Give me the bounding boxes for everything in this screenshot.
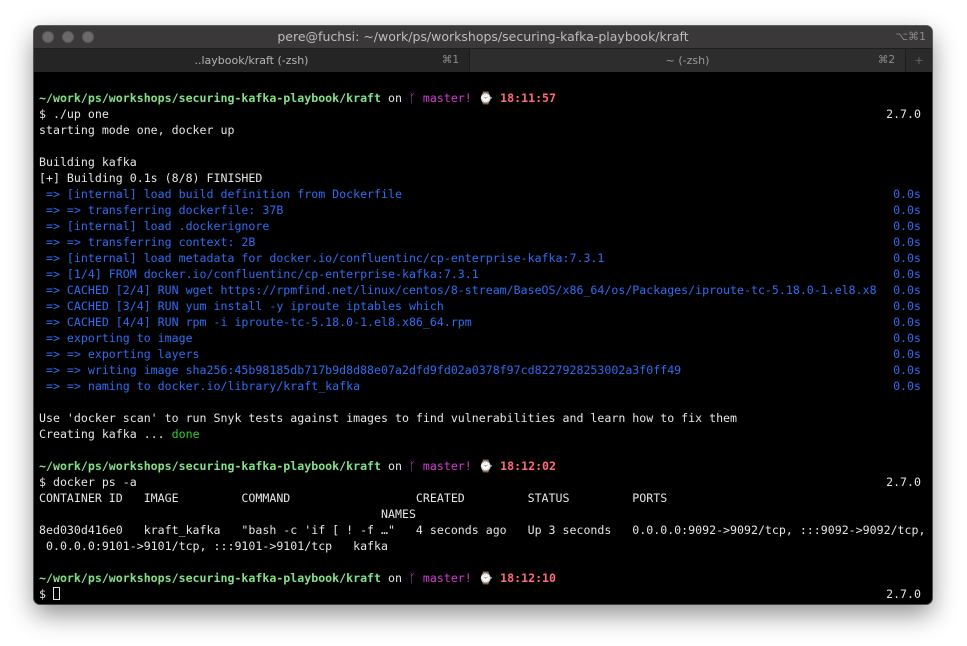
- table-row: 8ed030d416e0 kraft_kafka "bash -c 'if [ …: [39, 523, 926, 537]
- build-step-text: => CACHED [2/4] RUN wget https://rpmfind…: [39, 283, 877, 297]
- new-tab-button[interactable]: +: [906, 49, 932, 72]
- build-step-text: => CACHED [3/4] RUN yum install -y iprou…: [39, 299, 444, 313]
- tab-bar: ..laybook/kraft (-zsh) ⌘1 ~ (-zsh) ⌘2 +: [34, 48, 932, 72]
- output-line: Use 'docker scan' to run Snyk tests agai…: [39, 411, 738, 425]
- prompt-on: on: [381, 571, 409, 585]
- tab-kraft[interactable]: ..laybook/kraft (-zsh) ⌘1: [34, 49, 470, 72]
- build-step-time: 0.0s: [893, 251, 921, 265]
- output-line: Creating kafka ... done: [39, 426, 929, 442]
- build-step: => => transferring context: 2B 0.0s: [39, 234, 929, 250]
- creating-text: Creating kafka ...: [39, 427, 172, 441]
- build-step-time: 0.0s: [893, 235, 921, 249]
- git-branch-icon: ᚴ: [408, 571, 416, 585]
- build-step: => CACHED [4/4] RUN rpm -i iproute-tc-5.…: [39, 314, 929, 330]
- table-row: 0.0.0.0:9101->9101/tcp, :::9101->9101/tc…: [39, 539, 389, 553]
- version: 2.7.0: [886, 475, 921, 489]
- git-branch-icon: ᚴ: [408, 459, 416, 473]
- command: $ ./up one: [39, 107, 109, 121]
- title-bar: pere@fuchsi: ~/work/ps/workshops/securin…: [34, 26, 932, 48]
- terminal-output[interactable]: ~/work/ps/workshops/securing-kafka-playb…: [39, 90, 929, 602]
- build-step-time: 0.0s: [893, 187, 921, 201]
- command-line[interactable]: $ 2.7.0: [39, 586, 929, 602]
- build-step: => => naming to docker.io/library/kraft_…: [39, 378, 929, 394]
- version: 2.7.0: [886, 587, 921, 601]
- git-branch: master!: [415, 91, 472, 105]
- build-step-time: 0.0s: [893, 379, 921, 393]
- prompt-line: ~/work/ps/workshops/securing-kafka-playb…: [39, 458, 929, 474]
- build-step: => => transferring dockerfile: 37B 0.0s: [39, 202, 929, 218]
- build-step: => CACHED [2/4] RUN wget https://rpmfind…: [39, 282, 929, 298]
- window-shortcut: ⌥⌘1: [895, 30, 926, 43]
- text-cursor: [52, 587, 60, 600]
- version: 2.7.0: [886, 107, 921, 121]
- build-step: => [1/4] FROM docker.io/confluentinc/cp-…: [39, 266, 929, 282]
- done-status: done: [171, 427, 200, 441]
- prompt-path: ~/work/ps/workshops/securing-kafka-playb…: [39, 459, 382, 473]
- build-step: => exporting to image 0.0s: [39, 330, 929, 346]
- git-branch: master!: [415, 459, 472, 473]
- command: $: [39, 587, 53, 601]
- prompt-path: ~/work/ps/workshops/securing-kafka-playb…: [39, 571, 382, 585]
- table-header: CONTAINER ID IMAGE COMMAND CREATED STATU…: [39, 491, 668, 505]
- build-step-time: 0.0s: [893, 299, 921, 313]
- command-line: $ ./up one 2.7.0: [39, 106, 929, 122]
- build-step-time: 0.0s: [893, 347, 921, 361]
- build-step-text: => exporting to image: [39, 331, 193, 345]
- build-step-text: => => exporting layers: [39, 347, 200, 361]
- terminal-window: pere@fuchsi: ~/work/ps/workshops/securin…: [34, 26, 932, 604]
- prompt-line: ~/work/ps/workshops/securing-kafka-playb…: [39, 90, 929, 106]
- prompt-on: on: [381, 459, 409, 473]
- build-step-time: 0.0s: [893, 219, 921, 233]
- build-step-text: => [internal] load .dockerignore: [39, 219, 270, 233]
- build-step: => => exporting layers 0.0s: [39, 346, 929, 362]
- clock-icon: ⌚: [478, 459, 494, 473]
- table-header: NAMES: [39, 507, 416, 521]
- build-step-text: => => transferring context: 2B: [39, 235, 256, 249]
- build-step-time: 0.0s: [893, 315, 921, 329]
- tab-home[interactable]: ~ (-zsh) ⌘2: [470, 49, 906, 72]
- build-step-text: => => naming to docker.io/library/kraft_…: [39, 379, 361, 393]
- git-branch: master!: [415, 571, 472, 585]
- tab-label: ..laybook/kraft (-zsh): [194, 54, 309, 67]
- build-step: => [internal] load .dockerignore 0.0s: [39, 218, 929, 234]
- build-step: => [internal] load build definition from…: [39, 186, 929, 202]
- build-step-text: => CACHED [4/4] RUN rpm -i iproute-tc-5.…: [39, 315, 472, 329]
- build-step-text: => [internal] load metadata for docker.i…: [39, 251, 605, 265]
- output-line: starting mode one, docker up: [39, 123, 235, 137]
- build-step: => CACHED [3/4] RUN yum install -y iprou…: [39, 298, 929, 314]
- prompt-time: 18:12:10: [500, 571, 557, 585]
- prompt-on: on: [381, 91, 409, 105]
- build-step-time: 0.0s: [893, 363, 921, 377]
- tab-shortcut: ⌘2: [877, 54, 895, 66]
- build-step-time: 0.0s: [893, 203, 921, 217]
- build-step-time: 0.0s: [893, 267, 921, 281]
- prompt-line: ~/work/ps/workshops/securing-kafka-playb…: [39, 570, 929, 586]
- command: $ docker ps -a: [39, 475, 137, 489]
- clock-icon: ⌚: [478, 571, 494, 585]
- build-step-text: => [1/4] FROM docker.io/confluentinc/cp-…: [39, 267, 479, 281]
- build-step-text: => => transferring dockerfile: 37B: [39, 203, 284, 217]
- tab-shortcut: ⌘1: [441, 54, 459, 66]
- build-step-time: 0.0s: [893, 331, 921, 345]
- prompt-time: 18:12:02: [500, 459, 557, 473]
- clock-icon: ⌚: [478, 91, 494, 105]
- command-line: $ docker ps -a 2.7.0: [39, 474, 929, 490]
- window-title: pere@fuchsi: ~/work/ps/workshops/securin…: [277, 29, 689, 44]
- output-line: [+] Building 0.1s (8/8) FINISHED: [39, 171, 263, 185]
- build-step: => => writing image sha256:45b98185db717…: [39, 362, 929, 378]
- build-step-text: => [internal] load build definition from…: [39, 187, 402, 201]
- build-step-text: => => writing image sha256:45b98185db717…: [39, 363, 682, 377]
- git-branch-icon: ᚴ: [408, 91, 416, 105]
- build-step: => [internal] load metadata for docker.i…: [39, 250, 929, 266]
- prompt-time: 18:11:57: [500, 91, 557, 105]
- tab-label: ~ (-zsh): [665, 54, 710, 67]
- build-step-time: 0.0s: [893, 283, 921, 297]
- prompt-path: ~/work/ps/workshops/securing-kafka-playb…: [39, 91, 382, 105]
- output-line: Building kafka: [39, 155, 137, 169]
